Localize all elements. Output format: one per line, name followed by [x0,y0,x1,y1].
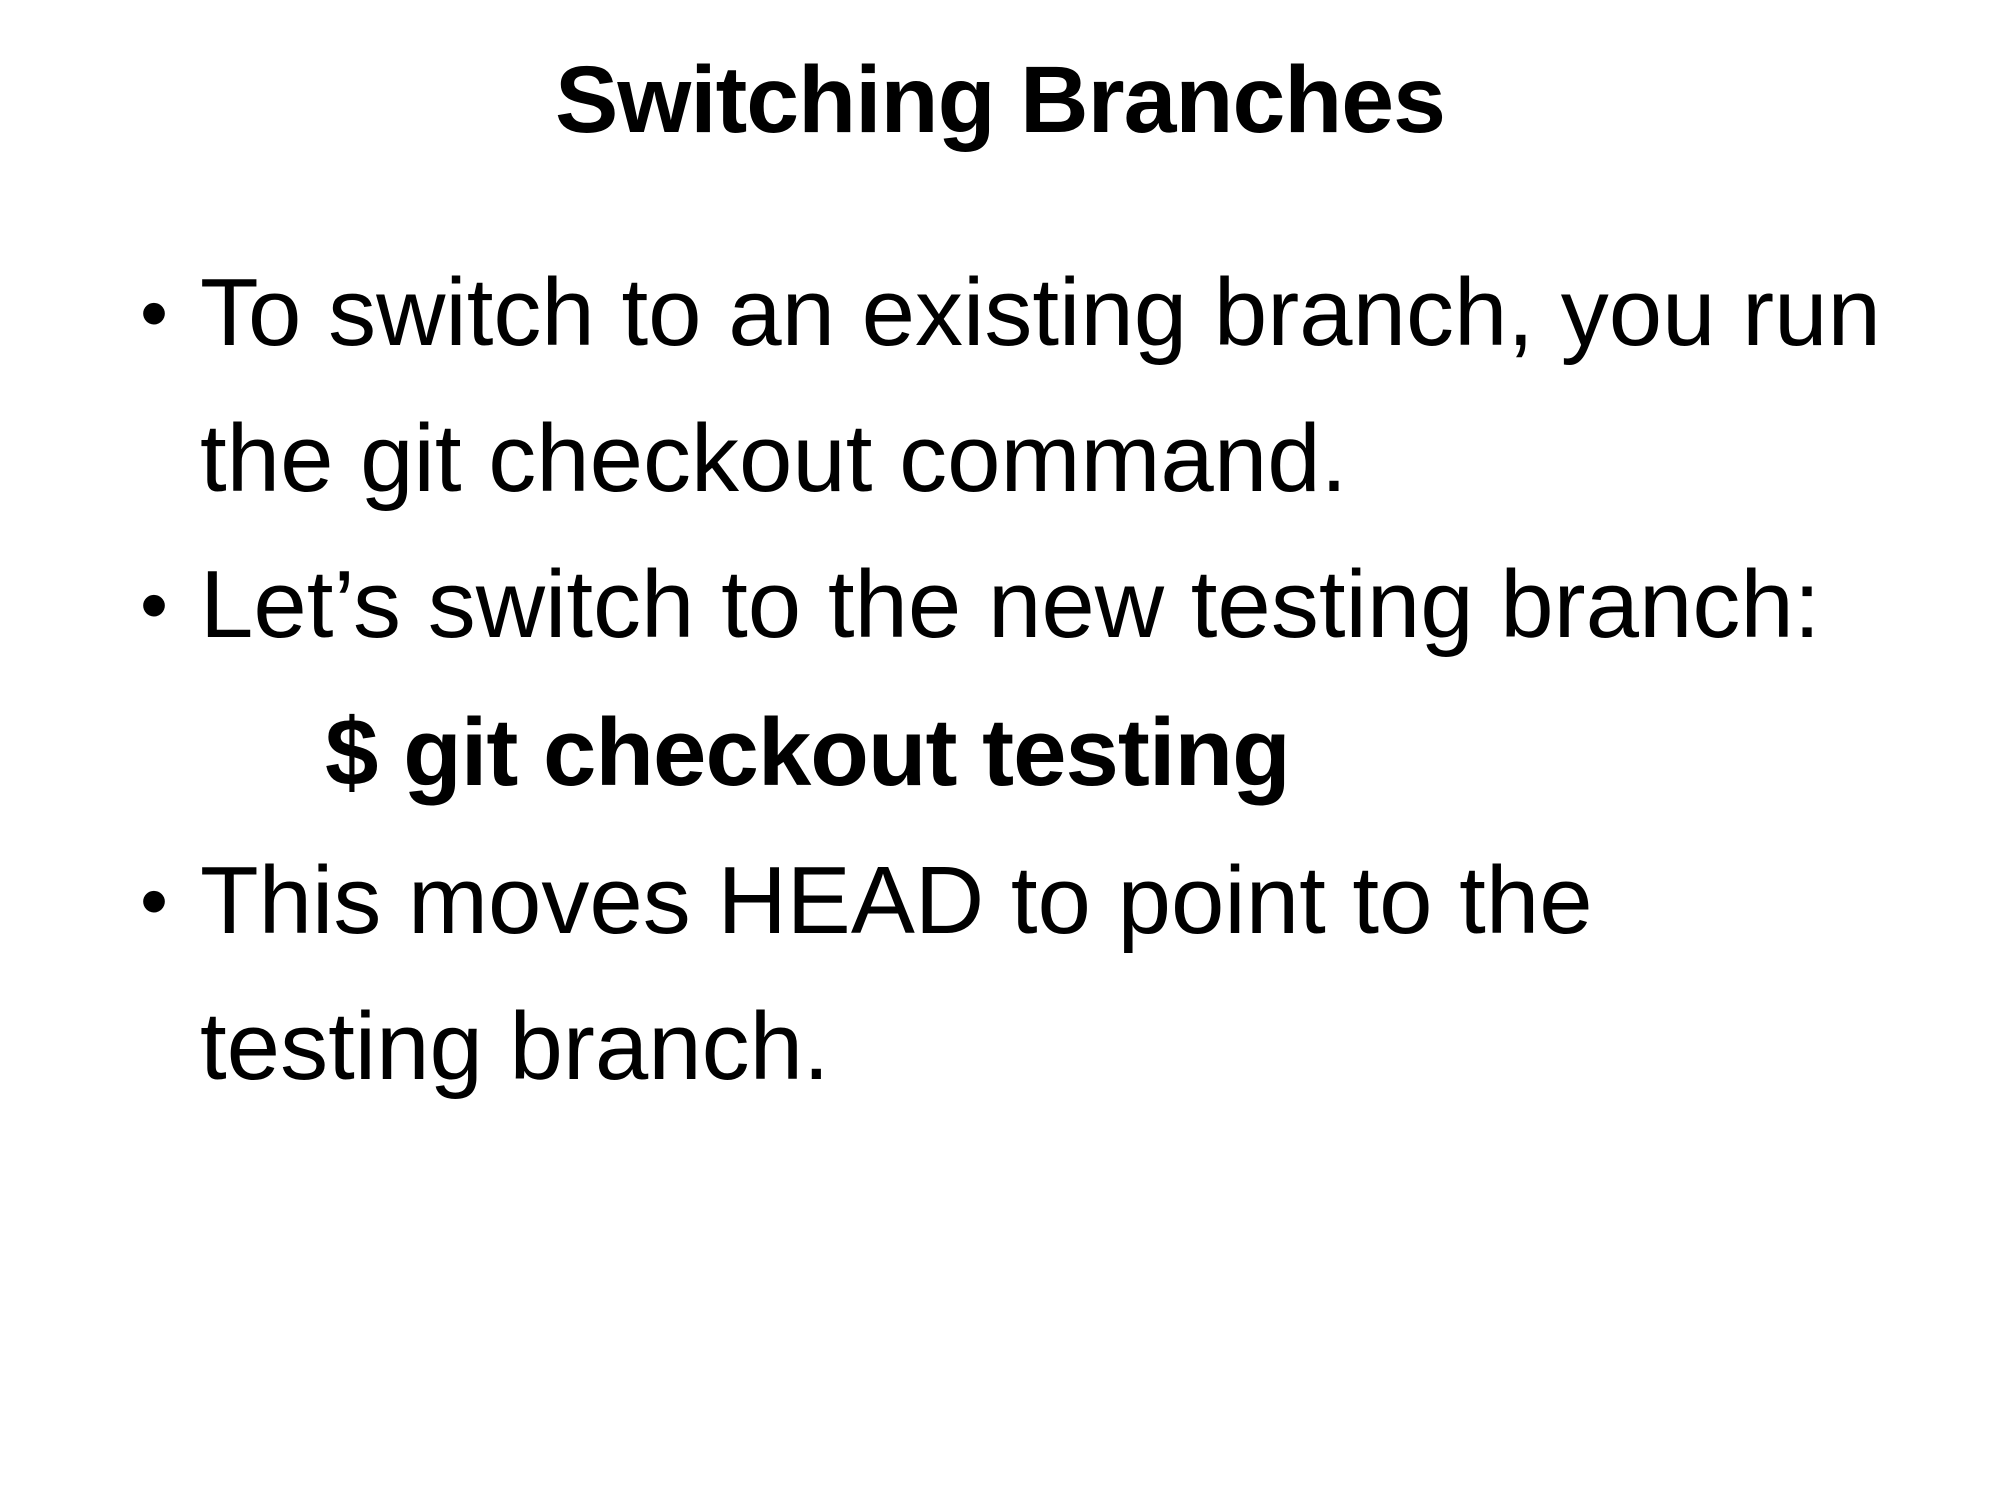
bullet-icon: • [140,560,169,649]
bullet-text: To switch to an existing branch, you run… [200,259,1881,512]
bullet-icon: • [140,268,169,357]
bullet-text: Let’s switch to the new testing branch: [200,551,1821,658]
bullet-item: • To switch to an existing branch, you r… [140,240,1900,532]
bullet-item: • Let’s switch to the new testing branch… [140,532,1900,678]
bullet-list: • To switch to an existing branch, you r… [140,240,1900,1120]
git-command: $ git checkout testing [325,699,1291,806]
bullet-item: • This moves HEAD to point to the testin… [140,828,1900,1120]
slide-title: Switching Branches [555,47,1446,153]
slide: Switching Branches • To switch to an exi… [0,0,2000,1500]
bullet-icon: • [140,856,169,945]
bullet-text: This moves HEAD to point to the testing … [200,847,1593,1100]
